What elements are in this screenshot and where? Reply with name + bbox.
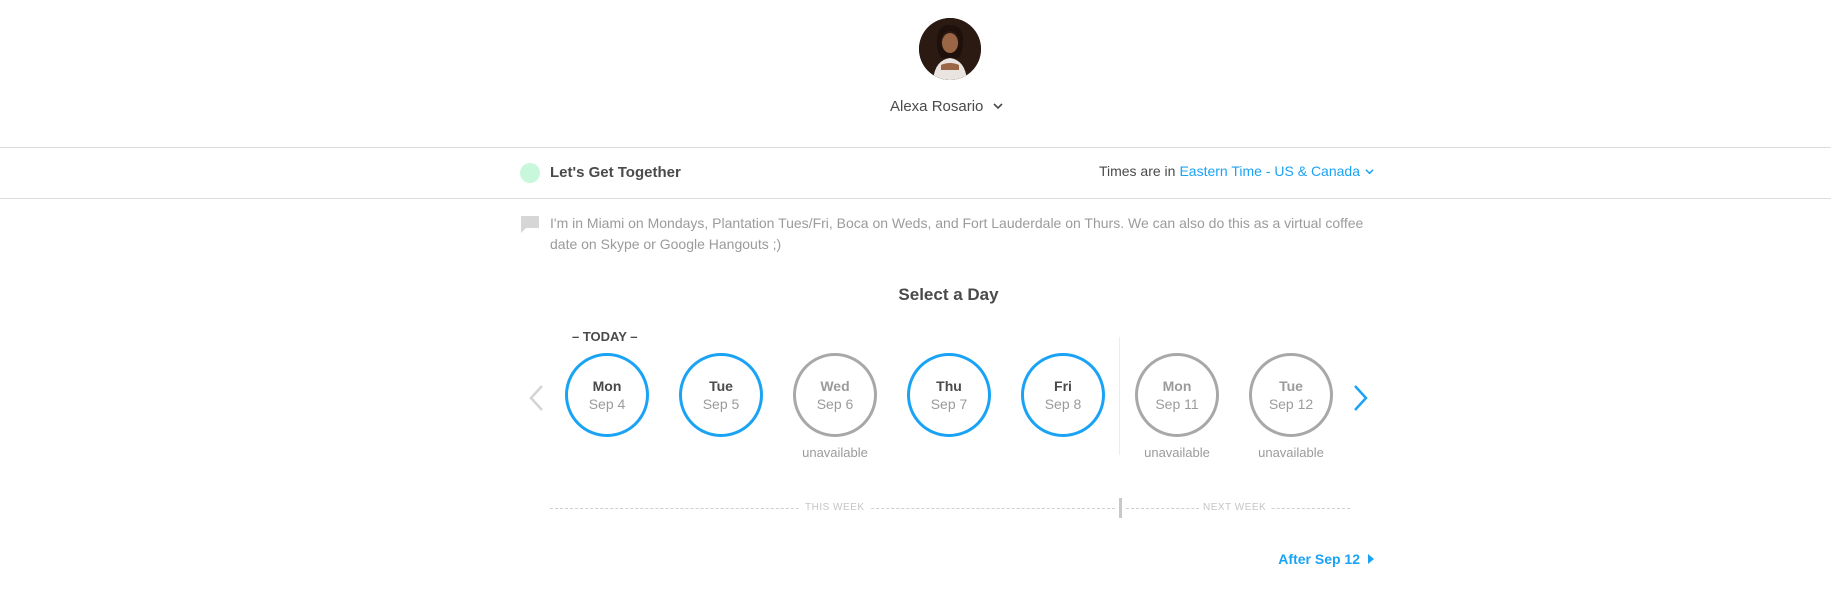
day-date: Sep 5 bbox=[702, 395, 740, 412]
day-name: Mon bbox=[1162, 377, 1192, 394]
unavailable-label: unavailable bbox=[802, 445, 868, 460]
day-name: Tue bbox=[1279, 377, 1303, 394]
owner-name: Alexa Rosario bbox=[890, 97, 984, 115]
divider bbox=[0, 198, 1831, 199]
previous-week-arrow-icon[interactable] bbox=[527, 384, 547, 412]
day-button-thu-sep-7[interactable]: Thu Sep 7 bbox=[907, 353, 991, 437]
timezone-prefix: Times are in bbox=[1098, 163, 1176, 179]
timezone-selector[interactable]: Eastern Time - US & Canada bbox=[1179, 163, 1374, 179]
profile-photo-icon bbox=[919, 18, 981, 80]
week-separator bbox=[1119, 337, 1120, 455]
day-name: Tue bbox=[709, 377, 733, 394]
owner-name-dropdown[interactable]: Alexa Rosario bbox=[890, 96, 1003, 116]
event-description: I'm in Miami on Mondays, Plantation Tues… bbox=[550, 215, 1364, 252]
event-color-dot bbox=[520, 163, 540, 183]
chevron-down-icon bbox=[1365, 168, 1374, 174]
after-date-link[interactable]: After Sep 12 bbox=[1278, 551, 1374, 567]
chevron-down-icon bbox=[993, 103, 1003, 110]
day-name: Mon bbox=[592, 377, 622, 394]
after-date-label: After Sep 12 bbox=[1278, 551, 1360, 567]
day-button-mon-sep-11: Mon Sep 11 bbox=[1135, 353, 1219, 437]
unavailable-label: unavailable bbox=[1258, 445, 1324, 460]
day-date: Sep 7 bbox=[930, 395, 968, 412]
timezone-info: Times are in Eastern Time - US & Canada bbox=[1099, 163, 1374, 179]
event-title: Let's Get Together bbox=[550, 164, 681, 181]
day-button-wed-sep-6: Wed Sep 6 bbox=[793, 353, 877, 437]
day-button-mon-sep-4[interactable]: Mon Sep 4 bbox=[565, 353, 649, 437]
next-week-arrow-icon[interactable] bbox=[1350, 384, 1370, 412]
day-button-fri-sep-8[interactable]: Fri Sep 8 bbox=[1021, 353, 1105, 437]
day-date: Sep 6 bbox=[816, 395, 854, 412]
day-button-tue-sep-12: Tue Sep 12 bbox=[1249, 353, 1333, 437]
this-week-label: THIS WEEK bbox=[801, 502, 869, 513]
unavailable-label: unavailable bbox=[1144, 445, 1210, 460]
avatar bbox=[919, 18, 981, 80]
next-week-label: NEXT WEEK bbox=[1199, 502, 1271, 513]
day-button-tue-sep-5[interactable]: Tue Sep 5 bbox=[679, 353, 763, 437]
day-name: Wed bbox=[820, 377, 850, 394]
comment-icon bbox=[521, 216, 539, 233]
divider bbox=[0, 147, 1831, 148]
select-day-heading: Select a Day bbox=[898, 285, 999, 304]
day-name: Thu bbox=[936, 377, 962, 394]
day-date: Sep 11 bbox=[1155, 395, 1199, 412]
day-name: Fri bbox=[1054, 377, 1072, 394]
timezone-value: Eastern Time - US & Canada bbox=[1179, 163, 1360, 179]
caret-right-icon bbox=[1368, 554, 1374, 564]
day-date: Sep 8 bbox=[1044, 395, 1082, 412]
week-divider-tick bbox=[1119, 498, 1122, 518]
day-date: Sep 12 bbox=[1268, 395, 1314, 412]
day-date: Sep 4 bbox=[588, 395, 626, 412]
today-label: – TODAY – bbox=[572, 329, 638, 344]
